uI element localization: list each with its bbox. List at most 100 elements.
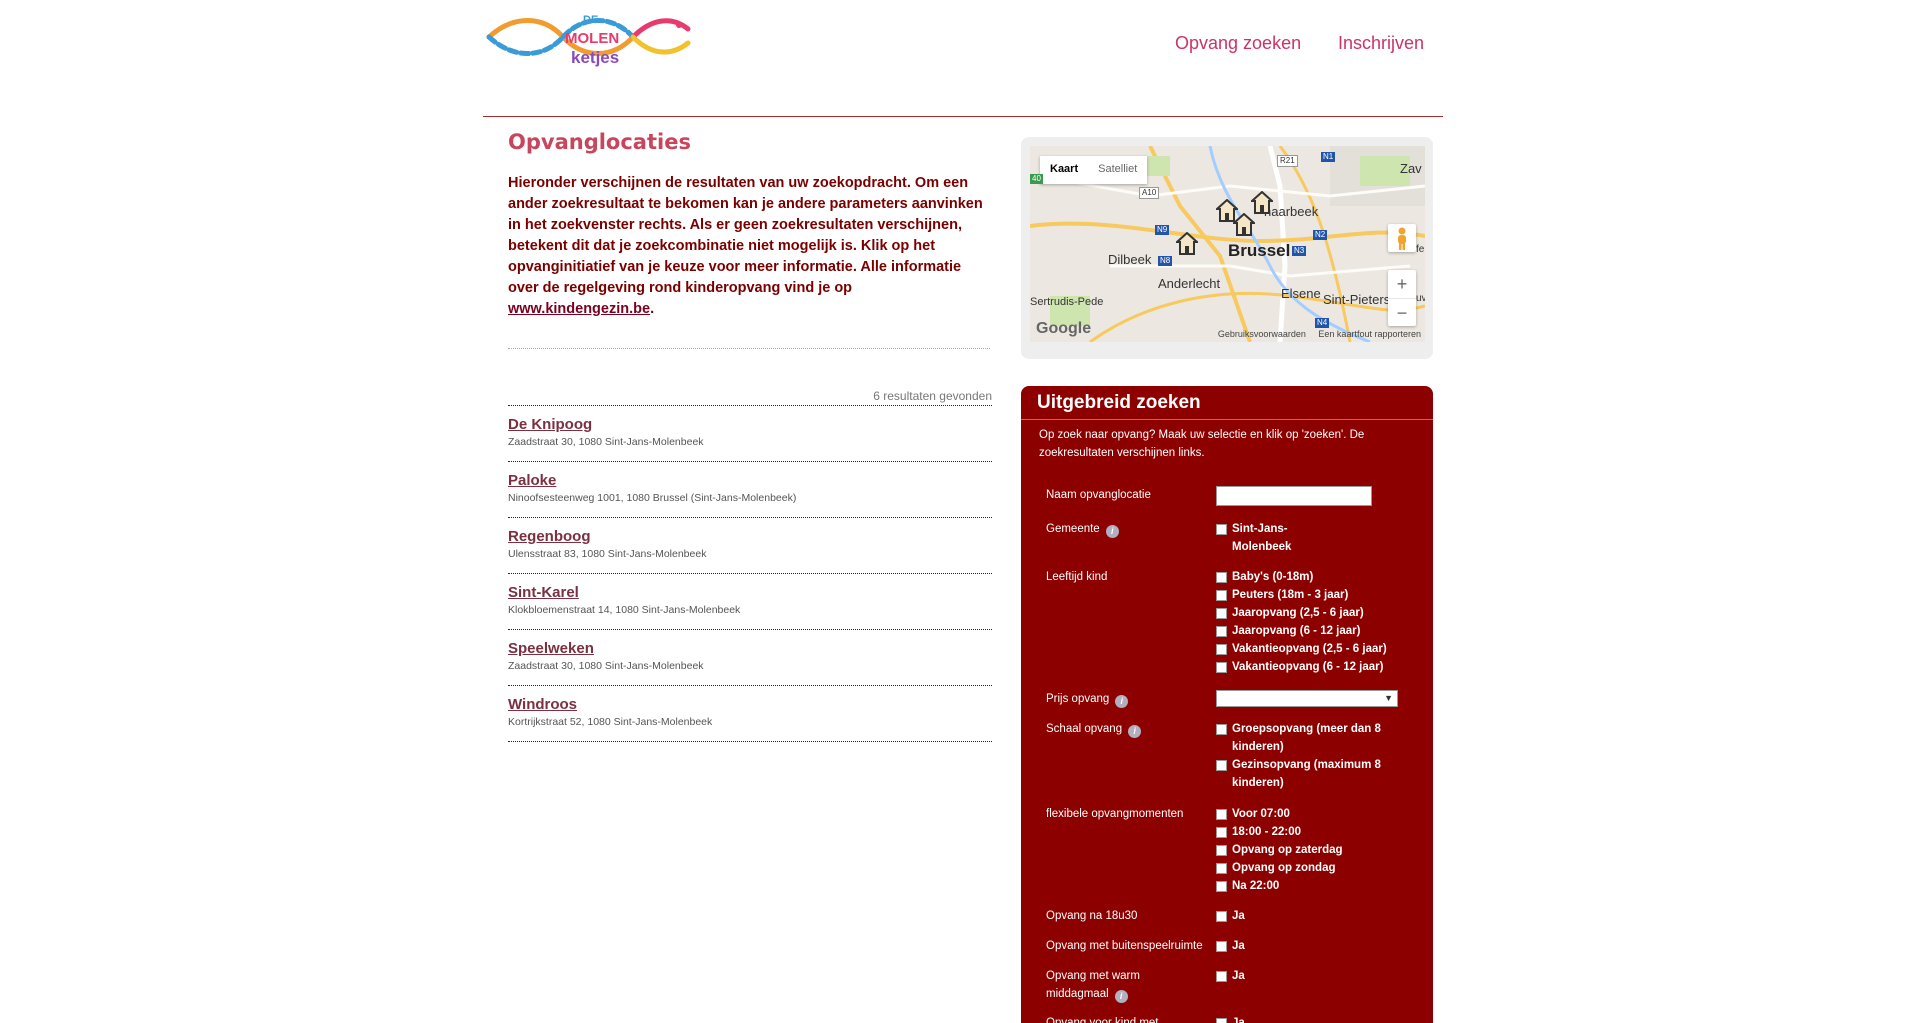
map-label-dilbeek: Dilbeek (1108, 252, 1152, 267)
age-option-label: Jaaropvang (2,5 - 6 jaar) (1232, 607, 1364, 619)
map-label-gertrudis: Sertrudis-Pede (1030, 296, 1104, 308)
price-label: Prijs opvang i (1046, 690, 1216, 708)
page-title: Opvanglocaties (508, 130, 691, 154)
search-panel-title: Uitgebreid zoeken (1021, 386, 1433, 420)
age-option-label: Vakantieopvang (6 - 12 jaar) (1232, 661, 1384, 673)
result-name-link[interactable]: De Knipoog (508, 416, 992, 434)
special-label: Opvang voor kind met (1046, 1017, 1159, 1023)
results-list: De Knipoog Zaadstraat 30, 1080 Sint-Jans… (508, 405, 992, 742)
meal-checkbox[interactable] (1216, 971, 1227, 982)
scale-checkbox[interactable] (1216, 724, 1227, 735)
after-yes-label: Ja (1232, 910, 1245, 922)
results-column: Opvanglocaties Hieronder verschijnen de … (508, 128, 992, 742)
name-input[interactable] (1216, 486, 1372, 506)
outdoor-yes-label: Ja (1232, 940, 1245, 952)
info-icon[interactable]: i (1128, 725, 1142, 738)
scale-option-label: Gezinsopvang (maximum 8 kinderen) (1232, 759, 1381, 789)
nav-opvang-zoeken-link[interactable]: Opvang zoeken (1175, 33, 1301, 54)
age-option-label: Vakantieopvang (2,5 - 6 jaar) (1232, 643, 1387, 655)
page: DE MOLEN ketjes Opvang zoeken Inschrijve… (0, 0, 1922, 1023)
road-badge-n9: N9 (1155, 225, 1170, 235)
age-checkbox[interactable] (1216, 644, 1227, 655)
flex-checkbox[interactable] (1216, 863, 1227, 874)
map-tab-satelliet[interactable]: Satelliet (1088, 156, 1147, 184)
age-checkbox[interactable] (1216, 572, 1227, 583)
dropdown-arrow-icon: ▼ (1384, 693, 1393, 703)
house-marker-icon[interactable] (1176, 232, 1198, 256)
nav-inschrijven-link[interactable]: Inschrijven (1338, 33, 1424, 54)
map-container: Kaart Satelliet R21 N1 A10 N9 N8 N2 N3 N… (1021, 137, 1433, 359)
zoom-in-button[interactable]: + (1388, 270, 1416, 298)
map-terms-link[interactable]: Gebruiksvoorwaarden (1218, 329, 1306, 339)
result-name-link[interactable]: Paloke (508, 472, 992, 490)
intro-divider (508, 348, 990, 349)
logo-text-de: DE (583, 14, 598, 26)
result-address: Kortrijkstraat 52, 1080 Sint-Jans-Molenb… (508, 716, 713, 728)
meal-yes-label: Ja (1232, 970, 1245, 982)
result-name-link[interactable]: Sint-Karel (508, 584, 992, 602)
map-report-link[interactable]: Een kaartfout rapporteren (1318, 329, 1421, 339)
age-checkbox[interactable] (1216, 626, 1227, 637)
result-item: Paloke Ninoofsesteenweg 1001, 1080 Bruss… (508, 462, 992, 518)
result-item: Speelweken Zaadstraat 30, 1080 Sint-Jans… (508, 630, 992, 686)
zoom-controls: + − (1388, 270, 1416, 326)
header-divider (483, 116, 1443, 117)
scale-label: Schaal opvang i (1046, 720, 1216, 738)
result-name-link[interactable]: Regenboog (508, 528, 992, 546)
after-checkbox[interactable] (1216, 911, 1227, 922)
road-badge-n1: N1 (1321, 152, 1336, 162)
result-address: Zaadstraat 30, 1080 Sint-Jans-Molenbeek (508, 660, 704, 672)
map-label-uv: uv (1416, 293, 1425, 304)
municipality-label: Gemeente i (1046, 520, 1216, 538)
street-view-pegman-icon[interactable] (1388, 224, 1416, 252)
search-panel-intro: Op zoek naar opvang? Maak uw selectie en… (1039, 429, 1365, 459)
age-checkbox[interactable] (1216, 608, 1227, 619)
house-marker-icon[interactable] (1251, 191, 1273, 215)
map-label-sint-pieters: Sint-Pieters (1323, 292, 1391, 307)
age-checkbox[interactable] (1216, 590, 1227, 601)
flex-checkbox[interactable] (1216, 827, 1227, 838)
flex-option-label: Opvang op zondag (1232, 862, 1336, 874)
map-type-tabs: Kaart Satelliet (1040, 156, 1148, 184)
road-badge-r21: R21 (1277, 155, 1298, 167)
flex-option-label: Voor 07:00 (1232, 808, 1290, 820)
result-address: Ninoofsesteenweg 1001, 1080 Brussel (Sin… (508, 492, 797, 504)
result-address: Ulensstraat 83, 1080 Sint-Jans-Molenbeek (508, 548, 707, 560)
intro-text: Hieronder verschijnen de resultaten van … (508, 173, 992, 320)
special-checkbox[interactable] (1216, 1018, 1227, 1023)
info-icon[interactable]: i (1115, 695, 1129, 708)
price-select[interactable]: ▼ (1216, 690, 1398, 707)
result-name-link[interactable]: Windroos (508, 696, 992, 714)
result-name-link[interactable]: Speelweken (508, 640, 992, 658)
result-item: Windroos Kortrijkstraat 52, 1080 Sint-Ja… (508, 686, 992, 742)
scale-checkbox[interactable] (1216, 760, 1227, 771)
after-label: Opvang na 18u30 (1046, 910, 1138, 922)
info-icon[interactable]: i (1105, 525, 1119, 538)
google-map[interactable]: Kaart Satelliet R21 N1 A10 N9 N8 N2 N3 N… (1030, 146, 1425, 342)
road-badge-a10: A10 (1139, 187, 1160, 199)
outdoor-checkbox[interactable] (1216, 941, 1227, 952)
result-item: De Knipoog Zaadstraat 30, 1080 Sint-Jans… (508, 406, 992, 462)
map-label-zav: Zav (1400, 161, 1422, 176)
scale-option-label: Groepsopvang (meer dan 8 kinderen) (1232, 723, 1381, 753)
info-icon[interactable]: i (1114, 990, 1128, 1003)
map-label-anderlecht: Anderlecht (1158, 276, 1221, 291)
kindengezin-link[interactable]: www.kindengezin.be (508, 301, 650, 317)
map-tab-kaart[interactable]: Kaart (1040, 156, 1088, 184)
flex-checkbox[interactable] (1216, 881, 1227, 892)
name-label: Naam opvanglocatie (1046, 489, 1151, 501)
age-checkbox[interactable] (1216, 662, 1227, 673)
map-footer: Gebruiksvoorwaarden Een kaartfout rappor… (1208, 329, 1421, 339)
municipality-checkbox[interactable] (1216, 524, 1227, 535)
map-label-brussel: Brussel (1228, 241, 1291, 260)
result-address: Klokbloemenstraat 14, 1080 Sint-Jans-Mol… (508, 604, 741, 616)
road-badge-n4: N4 (1315, 318, 1330, 328)
flex-checkbox[interactable] (1216, 809, 1227, 820)
flex-checkbox[interactable] (1216, 845, 1227, 856)
flex-option-label: Opvang op zaterdag (1232, 844, 1343, 856)
map-label-fe: fe (1416, 244, 1425, 255)
zoom-out-button[interactable]: − (1388, 298, 1416, 327)
result-address: Zaadstraat 30, 1080 Sint-Jans-Molenbeek (508, 436, 704, 448)
house-marker-icon[interactable] (1233, 213, 1255, 237)
meal-label: Opvang met warm middagmaal i (1046, 970, 1140, 1003)
